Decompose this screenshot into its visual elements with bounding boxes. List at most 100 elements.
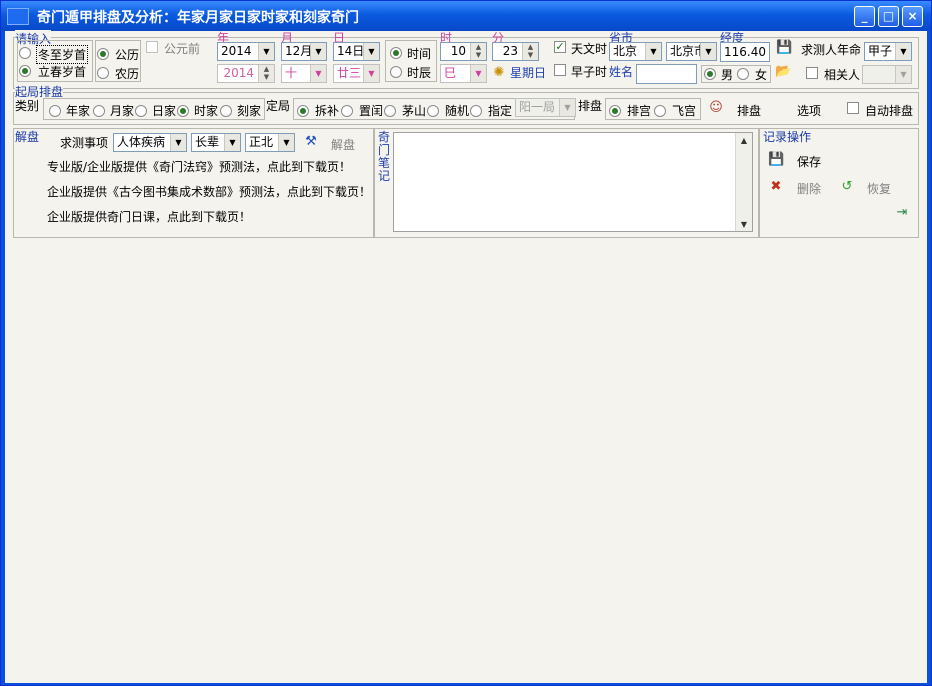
related-select[interactable]: ▼ [862,65,912,84]
tools-icon[interactable]: ⚒ [303,134,319,150]
month-select[interactable]: 12月 ▼ [281,42,327,61]
lichun-radio[interactable] [19,65,31,77]
day-value: 14日 [337,44,365,58]
lunar-day-value: 廿三 [337,66,362,80]
dongzhi-radio[interactable] [19,47,31,59]
analysis-line-1[interactable]: 专业版/企业版提供《奇门法窍》预测法，点此到下载页！ [47,158,351,175]
notes-label: 奇门笔记 [378,130,391,183]
female-radio[interactable] [737,68,749,80]
seeker-year-label: 求测人年命 [801,43,862,57]
options-button[interactable]: 选项 [797,102,821,119]
minute-value: 23 [502,44,518,58]
type-radio-ke[interactable] [220,105,232,117]
province-select[interactable]: 北京 ▼ [609,42,662,61]
maximize-button[interactable]: □ [878,6,899,27]
dingju-radio-zhirun[interactable] [341,105,353,117]
dingju-radio-chaibu[interactable] [297,105,309,117]
chevron-down-icon: ▼ [224,134,240,151]
type-radio-day[interactable] [135,105,147,117]
month-value: 12月 [285,44,313,58]
nongli-label: 农历 [115,67,140,81]
gongli-radio[interactable] [97,48,109,60]
dingju-radio-maoshan[interactable] [384,105,396,117]
chevron-down-icon: ▼ [470,65,486,82]
relation-select[interactable]: 长辈 ▼ [191,133,241,152]
year-select[interactable]: 2014 ▼ [217,42,275,61]
hour-spinner[interactable]: 10 ▲ ▼ [440,42,487,61]
scroll-up-icon[interactable]: ▲ [736,136,752,145]
tianwen-checkbox[interactable]: ✓ [554,41,566,53]
save-disk-icon: 💾 [768,152,785,167]
paipan-radio-gong[interactable] [609,105,621,117]
type-radio-hour[interactable] [177,105,189,117]
notes-textarea[interactable]: ▲ ▼ [393,132,753,232]
chen-radio[interactable] [390,66,402,78]
scroll-down-icon[interactable]: ▼ [736,220,752,229]
lunar-year-spinner[interactable]: 2014 ▲ ▼ [217,64,275,83]
window-title: 奇门遁甲排盘及分析：年家月家日家时家和刻家奇门 [37,10,359,26]
direction-value: 正北 [249,135,274,149]
dingju-radio-random[interactable] [427,105,439,117]
chevron-down-icon: ▼ [645,43,661,60]
dongzhi-label: 冬至岁首 [36,45,89,64]
undo-icon: ↺ [841,179,853,194]
record-save-button[interactable]: 保存 [797,153,821,170]
title-bar[interactable]: 奇门遁甲排盘及分析：年家月家日家时家和刻家奇门 _ □ × [1,1,931,31]
client-area: 请输入 冬至岁首 立春岁首 公历 农历 公元前 年 2014 ▼ 2014 ▲ ▼ 月… [5,30,927,683]
seeker-year-select[interactable]: 甲子 ▼ [864,42,912,61]
delete-icon: ✖ [770,179,782,194]
paipan-label-fei: 飞宫 [672,104,697,118]
paipan-label-gong: 排宫 [627,104,652,118]
type-label-month: 月家 [110,104,135,118]
paipan-radio-fei[interactable] [654,105,666,117]
auto-paipan-label: 自动排盘 [865,104,914,118]
related-checkbox[interactable] [806,67,818,79]
close-button[interactable]: × [902,6,923,27]
direction-select[interactable]: 正北 ▼ [245,133,295,152]
auto-paipan-checkbox[interactable] [847,102,859,114]
chevron-down-icon: ▼ [258,43,274,60]
spin-arrows-icon: ▲ ▼ [470,43,486,60]
dingju-radio-specify[interactable] [470,105,482,117]
specified-ju-select[interactable]: 阳一局 ▼ [515,98,576,117]
paipan-button[interactable]: 排盘 [737,102,761,119]
hour-value: 10 [450,44,466,58]
day-select[interactable]: 14日 ▼ [333,42,380,61]
notes-scrollbar[interactable]: ▲ ▼ [735,133,752,231]
minimize-button[interactable]: _ [854,6,875,27]
type-radio-year[interactable] [49,105,61,117]
exit-door-icon[interactable]: ⇥ [894,205,910,221]
record-delete-button[interactable]: 删除 [797,180,821,197]
name-input[interactable] [636,64,697,84]
time-radio[interactable] [390,47,402,59]
type-label-day: 日家 [152,104,177,118]
folder-open-icon[interactable]: 📂 [775,64,791,80]
dingju-label-specify: 指定 [488,104,513,118]
save-disk-icon[interactable]: 💾 [776,40,792,56]
analysis-line-2[interactable]: 企业版提供《古今图书集成术数部》预测法，点此到下载页！ [47,183,371,200]
record-restore-button[interactable]: 恢复 [867,180,891,197]
nongli-radio[interactable] [97,67,109,79]
chen-select[interactable]: 巳 ▼ [440,64,487,83]
lunar-month-select[interactable]: 十 ▼ [281,64,327,83]
chevron-down-icon: ▼ [170,134,186,151]
dingju-label-zhirun: 置闰 [359,104,384,118]
gongyuanqian-checkbox[interactable] [146,41,158,53]
longitude-input[interactable]: 116.40 [720,42,770,62]
type-radio-month[interactable] [93,105,105,117]
record-title: 记录操作 [763,130,812,144]
analysis-title: 解盘 [15,130,40,144]
matter-select[interactable]: 人体疾病 ▼ [113,133,187,152]
zaozi-checkbox[interactable] [554,64,566,76]
lunar-day-select[interactable]: 廿三 ▼ [333,64,380,83]
year-value: 2014 [221,44,252,58]
city-select[interactable]: 北京市 ▼ [666,42,717,61]
solve-button[interactable]: 解盘 [331,136,355,153]
chevron-down-icon: ▼ [363,43,379,60]
male-radio[interactable] [704,68,716,80]
analysis-line-3[interactable]: 企业版提供奇门日课，点此到下载页！ [47,208,251,225]
sage-face-icon[interactable]: ☺ [708,100,724,116]
chevron-down-icon: ▼ [310,65,326,82]
minute-spinner[interactable]: 23 ▲ ▼ [492,42,539,61]
main-window: 奇门遁甲排盘及分析：年家月家日家时家和刻家奇门 _ □ × 请输入 冬至岁首 立… [0,0,932,686]
